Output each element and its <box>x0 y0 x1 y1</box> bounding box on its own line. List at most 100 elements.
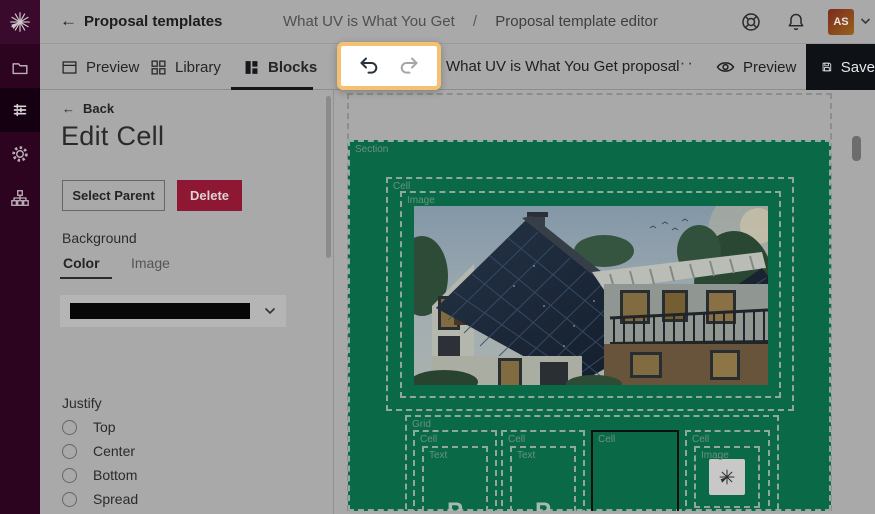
folder-icon <box>10 58 30 78</box>
lifebuoy-icon <box>740 11 762 33</box>
radio-icon <box>62 468 77 483</box>
tab-blocks-label: Blocks <box>268 59 317 76</box>
gear-icon <box>10 144 30 164</box>
canvas-scrollbar[interactable] <box>852 136 861 161</box>
panel-back-label: Back <box>83 101 114 116</box>
app-rail <box>0 0 40 514</box>
dropdown-chevron-down-icon <box>264 307 276 315</box>
bell-icon <box>785 11 807 33</box>
text-label: Text <box>517 450 535 461</box>
preview-pane-icon <box>61 59 78 76</box>
tab-blocks-active[interactable]: Blocks <box>243 44 317 90</box>
justify-option-label: Spread <box>93 491 138 507</box>
cell-label: Cell <box>692 434 709 445</box>
rail-item-settings[interactable] <box>0 132 40 176</box>
page-title[interactable]: Proposal templates <box>84 13 222 30</box>
panel-back-button[interactable]: ← Back <box>62 101 114 116</box>
justify-option-center[interactable]: Center <box>62 443 135 459</box>
text-label: Text <box>429 450 447 461</box>
breadcrumb-separator: / <box>473 13 477 30</box>
justify-label: Justify <box>62 395 102 411</box>
color-swatch <box>70 303 250 319</box>
avatar[interactable]: AS <box>828 9 854 35</box>
justify-option-top[interactable]: Top <box>62 419 116 435</box>
blocks-icon <box>243 59 260 76</box>
eye-icon <box>716 60 735 74</box>
radio-icon <box>62 444 77 459</box>
breadcrumb-template-name[interactable]: What UV is What You Get <box>283 13 455 30</box>
template-list-icon <box>10 100 30 120</box>
section-label: Section <box>355 144 388 155</box>
background-tab-color[interactable]: Color <box>63 255 100 271</box>
help-button[interactable] <box>740 11 762 33</box>
radio-icon <box>62 420 77 435</box>
undo-button[interactable] <box>357 55 381 77</box>
back-arrow-icon[interactable]: ← <box>60 10 77 32</box>
image-placeholder <box>709 459 745 495</box>
tab-library-label: Library <box>175 59 221 76</box>
cell-label: Cell <box>598 434 615 445</box>
justify-option-label: Bottom <box>93 467 137 483</box>
rail-item-templates-selected[interactable] <box>0 88 40 132</box>
cell-label: Cell <box>420 434 437 445</box>
background-tab-image[interactable]: Image <box>131 255 170 271</box>
panel-title: Edit Cell <box>61 121 164 152</box>
library-grid-icon <box>150 59 167 76</box>
grid-label: Grid <box>412 419 431 430</box>
preview-button-label: Preview <box>743 59 796 76</box>
floppy-disk-icon <box>821 59 833 75</box>
section-block[interactable]: Section Cell Image <box>348 140 831 511</box>
justify-option-label: Center <box>93 443 135 459</box>
radio-icon <box>62 492 77 507</box>
image-block[interactable]: Image <box>694 446 760 508</box>
image-label: Image <box>407 195 435 206</box>
grid-cell-4[interactable]: Cell Image <box>685 430 770 514</box>
tab-library[interactable]: Library <box>150 44 221 90</box>
more-options-button[interactable]: ··· <box>672 53 695 73</box>
rail-item-organization[interactable] <box>0 176 40 220</box>
preview-button[interactable]: Preview <box>716 44 796 90</box>
starburst-logo-icon <box>7 9 33 35</box>
grid-cell-2[interactable]: Cell Text P <box>501 430 585 514</box>
panel-scrollbar[interactable] <box>326 96 331 258</box>
breadcrumb: What UV is What You Get / Proposal templ… <box>283 13 658 30</box>
grid-block[interactable]: Grid Cell Text P Cell Text P C <box>405 415 779 514</box>
account-chevron-down-icon[interactable] <box>860 17 871 25</box>
notifications-button[interactable] <box>785 11 807 33</box>
active-tab-underline <box>231 87 313 90</box>
save-button[interactable]: Save <box>806 44 875 90</box>
solar-house-illustration <box>414 206 768 385</box>
edit-cell-panel: ← Back Edit Cell Select Parent Delete Ba… <box>40 90 334 514</box>
cell-label: Cell <box>508 434 525 445</box>
breadcrumb-current-page: Proposal template editor <box>495 13 658 30</box>
justify-option-label: Top <box>93 419 116 435</box>
tab-preview-label: Preview <box>86 59 139 76</box>
tour-spotlight-undo-redo <box>337 42 441 90</box>
grid-cell-1[interactable]: Cell Text P <box>413 430 497 514</box>
background-label: Background <box>62 230 137 246</box>
redo-icon <box>397 55 421 77</box>
justify-option-spread[interactable]: Spread <box>62 491 138 507</box>
color-tab-underline <box>60 277 112 279</box>
select-parent-button[interactable]: Select Parent <box>62 180 165 211</box>
solar-house-photo[interactable] <box>414 206 768 385</box>
tab-preview[interactable]: Preview <box>61 44 139 90</box>
document-title[interactable]: What UV is What You Get proposal <box>446 58 679 75</box>
grid-cell-3-selected[interactable]: Cell <box>591 430 679 514</box>
starburst-placeholder-icon <box>716 466 738 488</box>
background-color-dropdown[interactable] <box>60 295 286 327</box>
top-bar: ← Proposal templates What UV is What You… <box>40 0 875 44</box>
back-arrow-icon: ← <box>62 101 75 116</box>
brand-logo[interactable] <box>0 0 40 44</box>
text-block[interactable]: Text P <box>510 446 576 514</box>
sitemap-icon <box>10 188 30 208</box>
editor-toolbar: Preview Library Blocks What UV is What Y… <box>40 44 875 90</box>
rail-item-folders[interactable] <box>0 46 40 90</box>
editor-canvas: Section Cell Image <box>334 90 875 514</box>
save-button-label: Save <box>841 59 875 76</box>
proposal-template-editor: ← Proposal templates What UV is What You… <box>0 0 875 514</box>
justify-option-bottom[interactable]: Bottom <box>62 467 137 483</box>
delete-button[interactable]: Delete <box>177 180 242 211</box>
redo-button[interactable] <box>397 55 421 77</box>
text-block[interactable]: Text P <box>422 446 488 514</box>
